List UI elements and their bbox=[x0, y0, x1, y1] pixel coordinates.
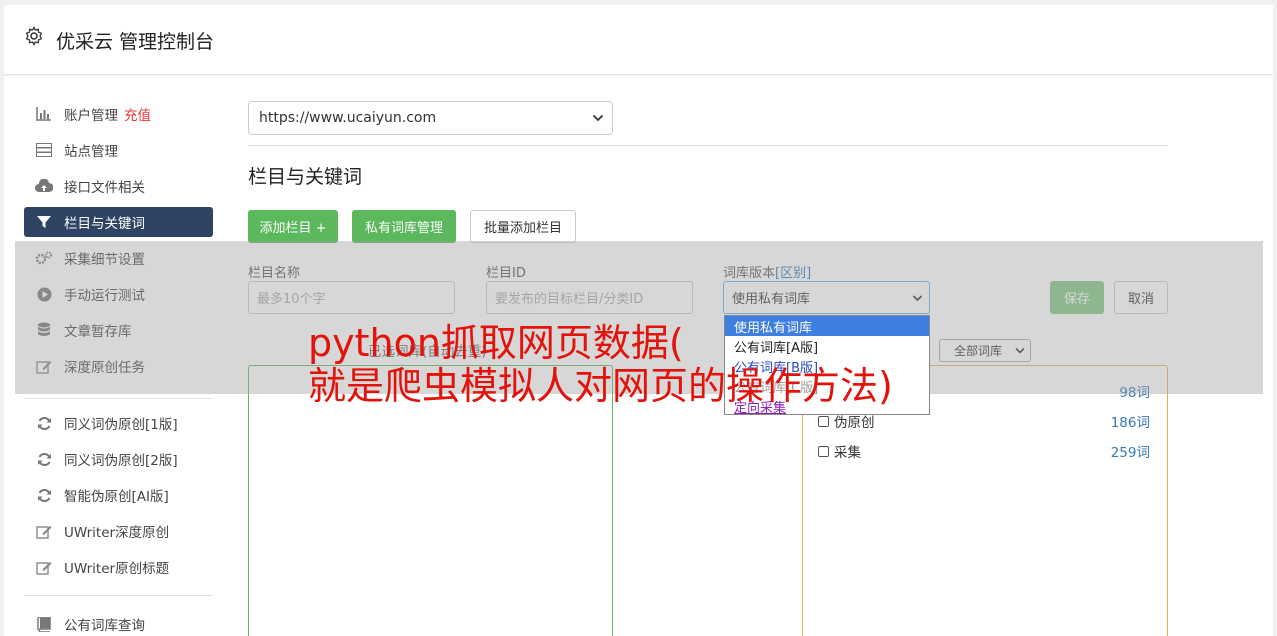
page-title: 优采云 管理控制台 bbox=[56, 31, 215, 53]
refresh-icon bbox=[24, 408, 64, 438]
sidebar-item-label: 栏目与关键词 bbox=[64, 216, 145, 232]
section-title: 栏目与关键词 bbox=[248, 166, 363, 188]
sidebar-item-synonym-v2[interactable]: 同义词伪原创[2版] bbox=[24, 444, 213, 474]
server-icon bbox=[24, 135, 64, 165]
edit-icon bbox=[24, 516, 64, 546]
bar-chart-icon bbox=[24, 99, 64, 129]
site-select-value: https://www.ucaiyun.com bbox=[259, 110, 437, 126]
site-select[interactable]: https://www.ucaiyun.com bbox=[248, 101, 613, 135]
sidebar-item-label: 公有词库查询 bbox=[64, 618, 145, 634]
watermark-banner: python抓取网页数据( 就是爬虫模拟人对网页的操作方法) bbox=[308, 321, 893, 409]
edit-icon bbox=[24, 552, 64, 582]
sidebar-item-ai-rewrite[interactable]: 智能伪原创[AI版] bbox=[24, 480, 213, 510]
chevron-down-icon bbox=[592, 114, 604, 122]
sidebar-divider bbox=[24, 595, 213, 596]
banner-line-2: 就是爬虫模拟人对网页的操作方法) bbox=[308, 364, 893, 409]
sidebar-item-label: 同义词伪原创[1版] bbox=[64, 417, 178, 433]
refresh-icon bbox=[24, 444, 64, 474]
refresh-icon bbox=[24, 480, 64, 510]
sidebar-item-synonym-v1[interactable]: 同义词伪原创[1版] bbox=[24, 408, 213, 438]
banner-line-1: python抓取网页数据( bbox=[308, 321, 684, 365]
wordlist-row[interactable]: 采集 259词 bbox=[818, 441, 1150, 461]
wordlist-count: 186词 bbox=[1110, 415, 1150, 431]
cloud-upload-icon bbox=[24, 171, 64, 201]
wordlist-name: 采集 bbox=[834, 445, 861, 461]
console-header: 优采云 管理控制台 bbox=[4, 5, 1273, 75]
divider bbox=[248, 145, 1168, 146]
sidebar-item-label: 账户管理 bbox=[64, 108, 118, 124]
gear-icon bbox=[25, 26, 43, 46]
sidebar-item-label: 接口文件相关 bbox=[64, 180, 145, 196]
wordlist-checkbox[interactable] bbox=[818, 415, 829, 427]
recharge-link[interactable]: 充值 bbox=[124, 104, 151, 124]
wordlist-checkbox[interactable] bbox=[818, 445, 829, 457]
sidebar-item-uwriter-deep[interactable]: UWriter深度原创 bbox=[24, 516, 213, 546]
sidebar-item-label: 站点管理 bbox=[64, 144, 118, 160]
sidebar-item-label: 智能伪原创[AI版] bbox=[64, 489, 169, 505]
sidebar-item-account[interactable]: 账户管理 充值 bbox=[24, 99, 213, 129]
add-column-button[interactable]: 添加栏目 + bbox=[248, 210, 338, 243]
sidebar-item-label: 同义词伪原创[2版] bbox=[64, 453, 178, 469]
private-lib-button[interactable]: 私有词库管理 bbox=[352, 210, 456, 243]
sidebar-divider bbox=[24, 398, 213, 399]
sidebar-item-label: UWriter深度原创 bbox=[64, 525, 170, 541]
sidebar-item-columns-keywords[interactable]: 栏目与关键词 bbox=[24, 207, 213, 237]
batch-add-column-button[interactable]: 批量添加栏目 bbox=[470, 210, 576, 243]
sidebar-item-label: UWriter原创标题 bbox=[64, 561, 170, 577]
sidebar-item-sites[interactable]: 站点管理 bbox=[24, 135, 213, 165]
filter-icon bbox=[24, 207, 64, 237]
sidebar-item-public-lib[interactable]: 公有词库查询 bbox=[24, 609, 213, 636]
book-icon bbox=[24, 609, 64, 636]
sidebar-item-api-files[interactable]: 接口文件相关 bbox=[24, 171, 213, 201]
wordlist-count: 259词 bbox=[1110, 445, 1150, 461]
sidebar-item-uwriter-title[interactable]: UWriter原创标题 bbox=[24, 552, 213, 582]
